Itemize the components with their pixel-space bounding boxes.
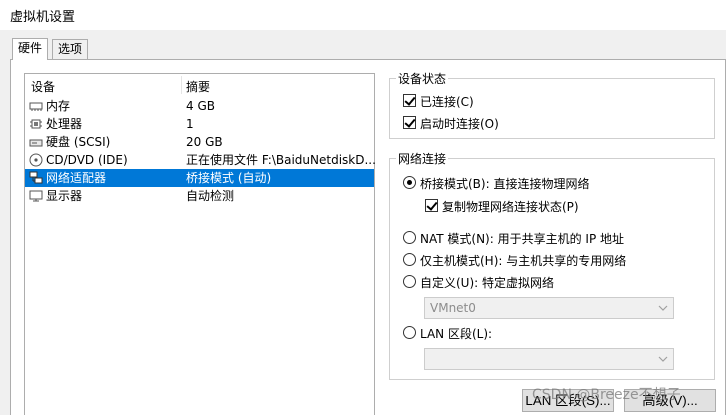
connected-label[interactable]: 已连接(C) [420,93,474,110]
network-connection-group: 网络连接 桥接模式(B): 直接连接物理网络 复制物理网络连接状态(P) NAT… [389,150,715,380]
nat-label[interactable]: NAT 模式(N): 用于共享主机的 IP 地址 [420,230,624,247]
device-status-group: 设备状态 已连接(C) 启动时连接(O) [389,70,715,139]
device-row-cd-dvd[interactable]: CD/DVD (IDE) 正在使用文件 F:\BaiduNetdiskD... [25,151,376,169]
window-title: 虚拟机设置 [10,10,76,25]
chevron-down-icon [658,305,668,311]
device-row-hard-disk[interactable]: 硬盘 (SCSI) 20 GB [25,133,374,151]
replicate-state-checkbox[interactable] [425,199,438,212]
network-adapter-icon [29,171,43,184]
device-status-title: 设备状态 [396,70,449,87]
lan-segment-label[interactable]: LAN 区段(L): [420,325,492,342]
chevron-down-icon [658,356,668,362]
device-row-network-adapter[interactable]: 网络适配器 桥接模式 (自动) [25,169,374,187]
tab-hardware[interactable]: 硬件 [12,38,49,60]
column-header-summary[interactable]: 摘要 [186,78,210,95]
custom-network-value: VMnet0 [430,301,476,315]
hard-disk-icon [29,139,43,147]
lan-segment-select[interactable] [424,348,674,370]
processor-icon [30,119,42,129]
device-summary: 自动检测 [186,189,235,203]
device-row-memory[interactable]: 内存 4 GB [25,97,374,115]
custom-radio[interactable] [403,275,416,288]
host-only-label[interactable]: 仅主机模式(H): 与主机共享的专用网络 [420,252,626,269]
device-row-display[interactable]: 显示器 自动检测 [25,187,374,205]
device-summary: 4 GB [186,99,215,113]
device-name: CD/DVD (IDE) [46,153,128,167]
device-list-header: 设备 摘要 [25,74,374,96]
connected-checkbox[interactable] [403,94,416,107]
custom-network-select[interactable]: VMnet0 [424,297,674,319]
tab-options[interactable]: 选项 [52,39,89,60]
memory-icon [29,102,43,111]
watermark: CSDN @Breeze不想子 [532,387,681,403]
bridged-radio[interactable] [403,176,416,189]
cd-dvd-icon [29,153,43,167]
host-only-radio[interactable] [403,253,416,266]
device-name: 显示器 [46,189,83,203]
device-name: 网络适配器 [46,171,107,185]
device-name: 处理器 [46,117,83,131]
custom-label[interactable]: 自定义(U): 特定虚拟网络 [420,274,554,291]
device-summary: 1 [186,117,194,131]
connect-at-power-on-label[interactable]: 启动时连接(O) [420,115,499,132]
network-connection-title: 网络连接 [396,150,449,167]
device-list[interactable]: 设备 摘要 内存 4 GB 处理器 1 硬盘 (SCSI) 20 GB CD/D… [24,73,376,415]
device-summary: 正在使用文件 F:\BaiduNetdiskD... [186,153,376,167]
column-header-device[interactable]: 设备 [31,78,55,95]
device-name: 硬盘 (SCSI) [46,135,111,149]
device-row-processor[interactable]: 处理器 1 [25,115,374,133]
hardware-panel: 设备 摘要 内存 4 GB 处理器 1 硬盘 (SCSI) 20 GB CD/D… [10,59,726,415]
device-name: 内存 [46,99,71,113]
bridged-label[interactable]: 桥接模式(B): 直接连接物理网络 [420,175,589,192]
replicate-state-label[interactable]: 复制物理网络连接状态(P) [442,198,579,215]
device-summary: 桥接模式 (自动) [186,171,272,185]
nat-radio[interactable] [403,231,416,244]
display-icon [29,190,43,202]
lan-segment-radio[interactable] [403,326,416,339]
title-bar: 虚拟机设置 [0,0,726,30]
device-summary: 20 GB [186,135,223,149]
connect-at-power-on-checkbox[interactable] [403,116,416,129]
